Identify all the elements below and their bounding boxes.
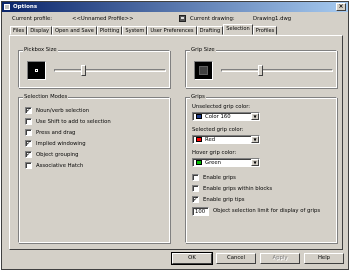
grip-square-icon bbox=[199, 66, 208, 75]
selection-modes-title: Selection Modes bbox=[23, 94, 69, 100]
color-swatch bbox=[196, 114, 202, 119]
checkbox-label: Implied windowing bbox=[36, 140, 86, 147]
checkbox-label: Enable grip tips bbox=[203, 196, 245, 203]
shift-to-add-checkbox[interactable]: Use Shift to add to selection bbox=[25, 118, 111, 125]
checkbox-box[interactable]: ✓ bbox=[192, 196, 199, 203]
chevron-down-icon[interactable]: ▼ bbox=[251, 159, 259, 166]
hover-grip-color-dropdown[interactable]: Green ▼ bbox=[192, 158, 260, 167]
tab-open-and-save[interactable]: Open and Save bbox=[51, 26, 97, 35]
ok-button[interactable]: OK bbox=[171, 252, 213, 265]
close-button[interactable]: × bbox=[336, 3, 346, 11]
tab-system[interactable]: System bbox=[122, 26, 148, 35]
implied-windowing-checkbox[interactable]: ✓ Implied windowing bbox=[25, 140, 86, 147]
checkbox-label: Enable grips bbox=[203, 174, 236, 181]
pickbox-slider-thumb[interactable] bbox=[80, 65, 86, 76]
checkbox-box[interactable]: ✓ bbox=[25, 107, 32, 114]
pickbox-size-group: Pickbox Size bbox=[18, 47, 170, 88]
color-swatch bbox=[196, 137, 202, 142]
checkbox-box[interactable] bbox=[192, 174, 199, 181]
current-drawing-value: Drawing1.dwg bbox=[253, 16, 292, 22]
selection-tab-panel: Pickbox Size Grip Size Selection Modes ✓… bbox=[9, 35, 343, 250]
checkbox-label: Noun/verb selection bbox=[36, 107, 90, 114]
grip-size-group: Grip Size bbox=[185, 47, 337, 88]
close-icon: × bbox=[338, 3, 344, 10]
tab-user-preferences[interactable]: User Preferences bbox=[147, 26, 197, 35]
tab-profiles[interactable]: Profiles bbox=[252, 26, 278, 35]
drawing-icon bbox=[179, 15, 186, 22]
associative-hatch-checkbox[interactable]: Associative Hatch bbox=[25, 162, 83, 169]
grips-group: Grips Unselected grip color: Color 160 ▼… bbox=[185, 94, 337, 243]
tab-display[interactable]: Display bbox=[27, 26, 52, 35]
cancel-button[interactable]: Cancel bbox=[216, 253, 256, 264]
checkbox-box[interactable] bbox=[25, 129, 32, 136]
current-profile-value: <<Unnamed Profile>> bbox=[72, 16, 134, 22]
checkbox-label: Use Shift to add to selection bbox=[36, 118, 111, 125]
checkbox-label: Object grouping bbox=[36, 151, 79, 158]
current-drawing-label: Current drawing: bbox=[190, 16, 235, 22]
tab-plotting[interactable]: Plotting bbox=[96, 26, 123, 35]
color-swatch bbox=[196, 160, 202, 165]
checkbox-box[interactable]: ✓ bbox=[25, 151, 32, 158]
chevron-down-icon[interactable]: ▼ bbox=[251, 113, 259, 120]
dropdown-value: Color 160 bbox=[205, 114, 231, 120]
selection-limit-input[interactable]: 100 bbox=[192, 207, 209, 216]
checkbox-box[interactable]: ✓ bbox=[25, 140, 32, 147]
app-icon bbox=[4, 4, 10, 10]
tab-drafting[interactable]: Drafting bbox=[196, 26, 224, 35]
pickbox-square-icon bbox=[35, 69, 38, 72]
checkbox-label: Associative Hatch bbox=[36, 162, 84, 169]
grips-title: Grips bbox=[190, 94, 206, 100]
selection-limit-label: Object selection limit for display of gr… bbox=[213, 208, 321, 214]
unselected-grip-color-dropdown[interactable]: Color 160 ▼ bbox=[192, 112, 260, 121]
enable-grips-checkbox[interactable]: Enable grips bbox=[192, 174, 236, 181]
current-profile-label: Current profile: bbox=[12, 16, 53, 22]
dropdown-value: Green bbox=[205, 160, 222, 166]
options-dialog: Options × Current profile: <<Unnamed Pro… bbox=[1, 1, 349, 270]
window-title: Options bbox=[13, 4, 38, 10]
chevron-down-icon[interactable]: ▼ bbox=[251, 136, 259, 143]
selection-modes-group: Selection Modes ✓ Noun/verb selection Use… bbox=[18, 94, 170, 243]
title-bar[interactable]: Options × bbox=[2, 2, 348, 12]
apply-button[interactable]: Apply bbox=[260, 253, 300, 264]
pickbox-preview bbox=[27, 61, 46, 80]
tab-selection[interactable]: Selection bbox=[223, 24, 253, 35]
tab-files[interactable]: Files bbox=[10, 26, 28, 35]
enable-grip-tips-checkbox[interactable]: ✓ Enable grip tips bbox=[192, 196, 244, 203]
tab-strip: Files Display Open and Save Plotting Sys… bbox=[10, 24, 278, 35]
press-and-drag-checkbox[interactable]: Press and drag bbox=[25, 129, 75, 136]
pickbox-slider-track[interactable] bbox=[54, 69, 166, 72]
checkbox-box[interactable] bbox=[25, 118, 32, 125]
checkbox-box[interactable] bbox=[192, 185, 199, 192]
noun-verb-selection-checkbox[interactable]: ✓ Noun/verb selection bbox=[25, 107, 89, 114]
grip-size-title: Grip Size bbox=[190, 47, 216, 53]
grip-slider-track[interactable] bbox=[221, 69, 333, 72]
dropdown-value: Red bbox=[205, 137, 216, 143]
grip-slider-thumb[interactable] bbox=[258, 65, 264, 76]
grip-preview bbox=[194, 61, 213, 80]
selected-grip-color-dropdown[interactable]: Red ▼ bbox=[192, 135, 260, 144]
checkbox-label: Press and drag bbox=[36, 129, 76, 136]
help-button[interactable]: Help bbox=[304, 253, 344, 264]
checkbox-box[interactable] bbox=[25, 162, 32, 169]
unselected-grip-color-label: Unselected grip color: bbox=[192, 104, 251, 110]
checkbox-label: Enable grips within blocks bbox=[203, 185, 273, 192]
enable-grips-within-blocks-checkbox[interactable]: Enable grips within blocks bbox=[192, 185, 272, 192]
hover-grip-color-label: Hover grip color: bbox=[192, 150, 237, 156]
selected-grip-color-label: Selected grip color: bbox=[192, 127, 244, 133]
pickbox-size-title: Pickbox Size bbox=[23, 47, 58, 53]
object-grouping-checkbox[interactable]: ✓ Object grouping bbox=[25, 151, 79, 158]
